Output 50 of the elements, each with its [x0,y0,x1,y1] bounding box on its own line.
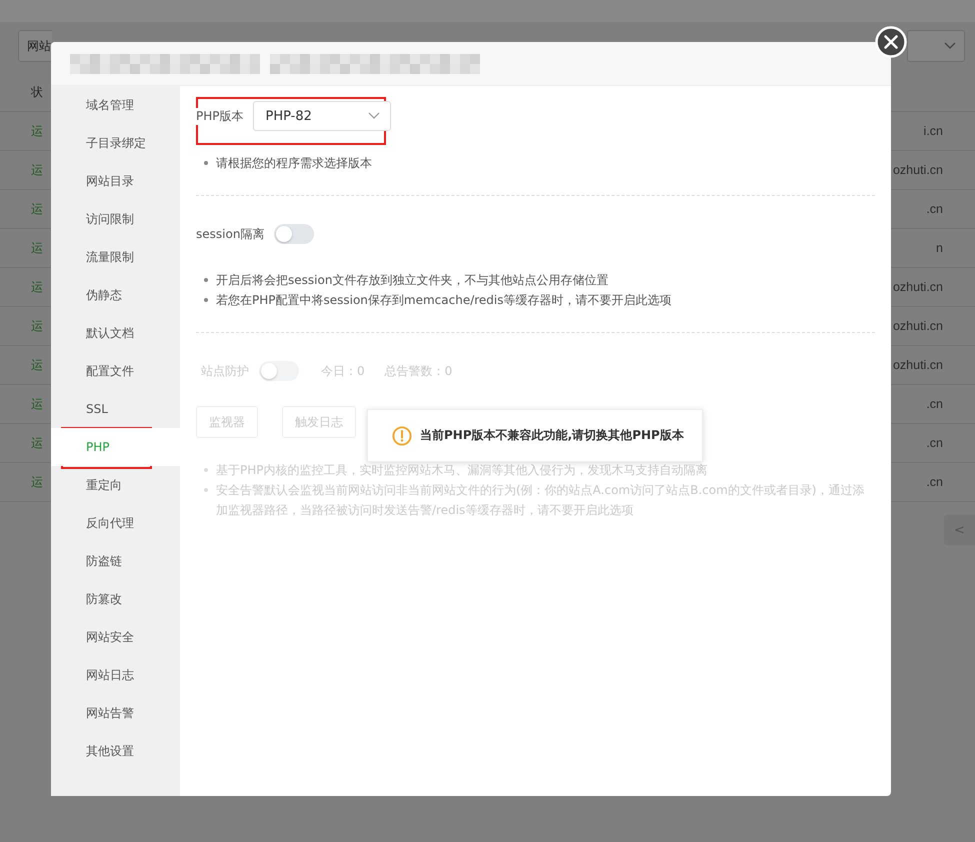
sidebar-item[interactable]: 重定向 [51,466,180,504]
status-text: 运 [31,396,43,412]
domain-text: ozhuti.cn [892,358,943,372]
domain-text: .cn [926,397,943,411]
domain-text: i.cn [924,124,943,138]
hint-text: 若您在PHP配置中将session保存到memcache/redis等缓存器时，请不要开启此选项 [204,290,875,310]
status-text: 运 [31,474,43,490]
toolbar-button[interactable]: 网站 [18,30,52,62]
status-text: 运 [31,200,43,218]
domain-text: .cn [926,475,943,489]
sidebar-item[interactable]: 配置文件 [51,352,180,390]
status-text: 运 [31,434,43,452]
domain-text: .cn [926,436,943,450]
sidebar-item[interactable]: 访问限制 [51,200,180,238]
sidebar-item[interactable]: 其他设置 [51,732,180,770]
hint-text: 请根据您的程序需求选择版本 [204,153,875,173]
sidebar-item[interactable]: 子目录绑定 [51,124,180,162]
domain-text: ozhuti.cn [892,163,943,177]
status-text: 运 [31,318,43,334]
column-header: 状 [31,84,43,101]
caret-icon [368,112,380,120]
sidebar-item[interactable]: 域名管理 [51,86,180,124]
sidebar-item[interactable]: SSL [51,390,180,428]
sidebar-item[interactable]: 防盗链 [51,542,180,580]
sidebar-item[interactable]: 网站日志 [51,656,180,694]
hint-text: 开启后将会把session文件存放到独立文件夹，不与其他站点公用存储位置 [204,270,875,290]
sidebar-item[interactable]: 防篡改 [51,580,180,618]
field-label: PHP版本 [196,108,244,124]
sidebar-item[interactable]: 流量限制 [51,238,180,276]
sidebar-item[interactable]: 网站安全 [51,618,180,656]
caret-icon [944,42,956,50]
sidebar-item[interactable]: 伪静态 [51,276,180,314]
status-text: 运 [31,240,43,256]
warning-icon [392,426,412,446]
status-text: 运 [31,162,43,178]
toggle-switch[interactable] [274,224,314,244]
domain-text: ozhuti.cn [892,280,943,294]
field-label: session隔离 [196,226,264,242]
sidebar-item[interactable]: 反向代理 [51,504,180,542]
domain-text: n [936,241,943,255]
toast-message: 当前PHP版本不兼容此功能,请切换其他PHP版本 [420,427,684,444]
status-text: 运 [31,278,43,296]
sidebar-item[interactable]: 默认文档 [51,314,180,352]
status-text: 运 [31,356,43,374]
sidebar-item[interactable]: 网站告警 [51,694,180,732]
domain-text: .cn [926,202,943,216]
version-dropdown[interactable]: PHP-82 [252,101,390,131]
sidebar-item[interactable]: 网站目录 [51,162,180,200]
status-text: 运 [31,122,43,140]
domain-text: ozhuti.cn [892,319,943,333]
